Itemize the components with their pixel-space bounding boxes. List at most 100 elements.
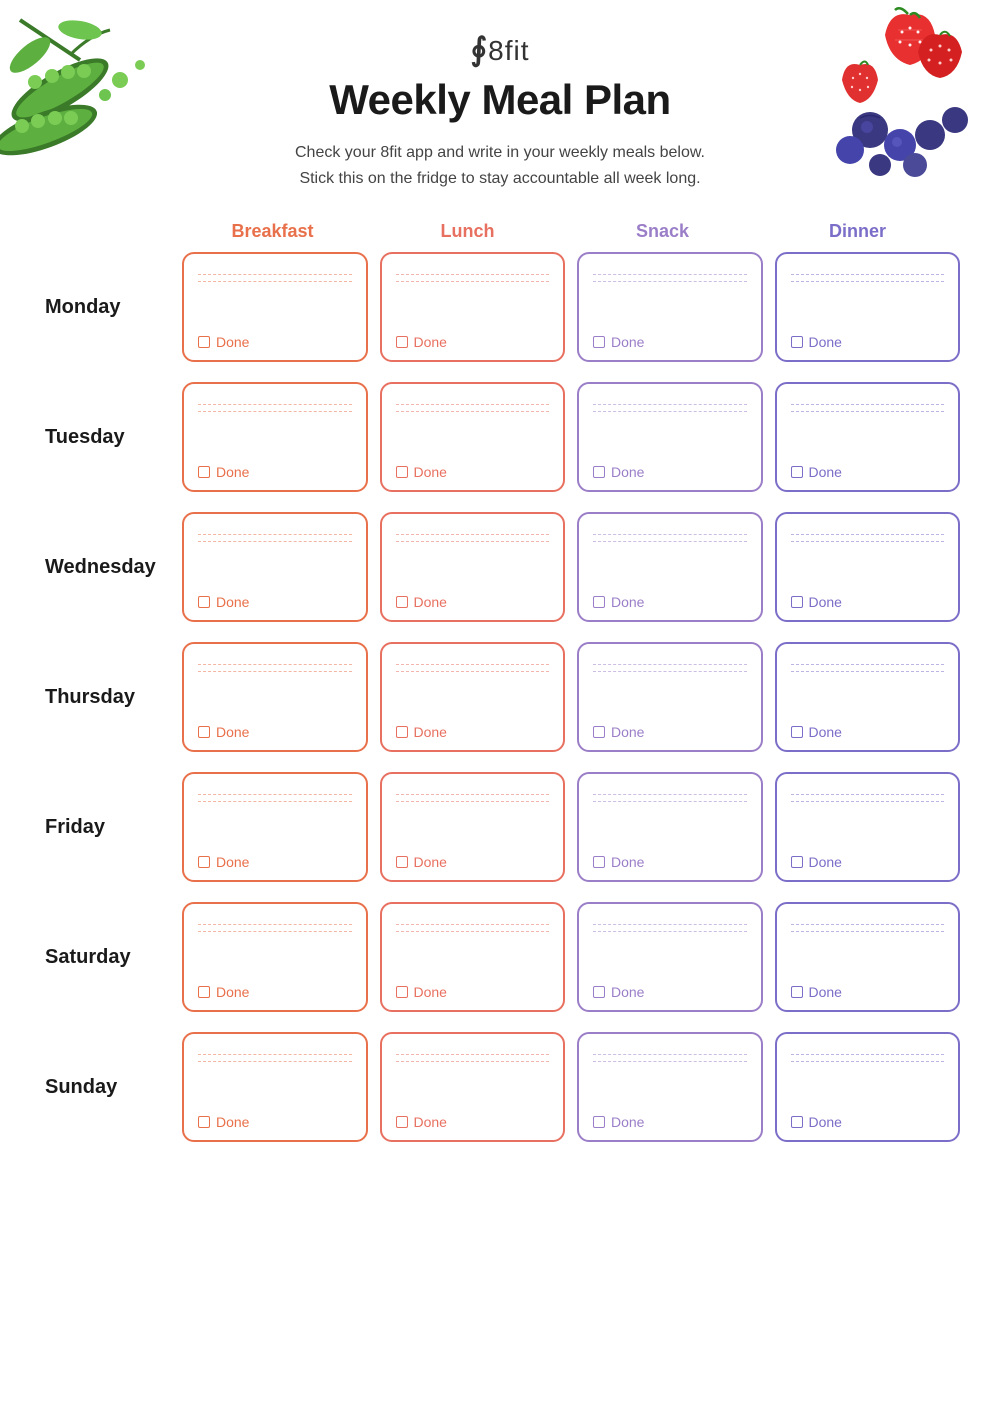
done-checkbox[interactable]	[396, 986, 408, 998]
done-row[interactable]: Done	[396, 464, 550, 480]
done-checkbox[interactable]	[198, 856, 210, 868]
snack-cell-sunday[interactable]: Done	[577, 1032, 763, 1142]
lunch-cell-tuesday[interactable]: Done	[380, 382, 566, 492]
meal-lines	[791, 268, 945, 288]
done-checkbox[interactable]	[593, 596, 605, 608]
meal-lines	[791, 788, 945, 808]
done-checkbox[interactable]	[198, 1116, 210, 1128]
breakfast-cell-tuesday[interactable]: Done	[182, 382, 368, 492]
done-checkbox[interactable]	[396, 596, 408, 608]
dinner-cell-saturday[interactable]: Done	[775, 902, 961, 1012]
done-row[interactable]: Done	[198, 464, 352, 480]
done-row[interactable]: Done	[593, 1114, 747, 1130]
dashed-line-2	[198, 411, 352, 412]
done-row[interactable]: Done	[198, 594, 352, 610]
lunch-cell-wednesday[interactable]: Done	[380, 512, 566, 622]
done-row[interactable]: Done	[198, 334, 352, 350]
done-checkbox[interactable]	[396, 1116, 408, 1128]
dashed-line-1	[593, 794, 747, 795]
done-row[interactable]: Done	[396, 724, 550, 740]
done-checkbox[interactable]	[198, 596, 210, 608]
dinner-cell-sunday[interactable]: Done	[775, 1032, 961, 1142]
done-checkbox[interactable]	[198, 336, 210, 348]
dinner-cell-tuesday[interactable]: Done	[775, 382, 961, 492]
done-checkbox[interactable]	[791, 336, 803, 348]
snack-cell-wednesday[interactable]: Done	[577, 512, 763, 622]
done-checkbox[interactable]	[396, 726, 408, 738]
breakfast-cell-thursday[interactable]: Done	[182, 642, 368, 752]
done-row[interactable]: Done	[593, 594, 747, 610]
snack-cell-saturday[interactable]: Done	[577, 902, 763, 1012]
done-label: Done	[611, 594, 644, 610]
done-checkbox[interactable]	[593, 336, 605, 348]
lunch-cell-friday[interactable]: Done	[380, 772, 566, 882]
snack-cell-thursday[interactable]: Done	[577, 642, 763, 752]
lunch-cell-thursday[interactable]: Done	[380, 642, 566, 752]
meal-lines	[791, 658, 945, 678]
done-row[interactable]: Done	[396, 594, 550, 610]
dashed-line-1	[593, 924, 747, 925]
done-checkbox[interactable]	[791, 986, 803, 998]
done-row[interactable]: Done	[593, 334, 747, 350]
done-label: Done	[216, 1114, 249, 1130]
done-row[interactable]: Done	[593, 724, 747, 740]
lunch-cell-saturday[interactable]: Done	[380, 902, 566, 1012]
done-checkbox[interactable]	[593, 856, 605, 868]
dashed-line-2	[198, 801, 352, 802]
done-checkbox[interactable]	[791, 1116, 803, 1128]
done-checkbox[interactable]	[791, 856, 803, 868]
done-checkbox[interactable]	[198, 466, 210, 478]
done-row[interactable]: Done	[198, 984, 352, 1000]
breakfast-cell-friday[interactable]: Done	[182, 772, 368, 882]
done-checkbox[interactable]	[791, 596, 803, 608]
done-checkbox[interactable]	[198, 726, 210, 738]
done-checkbox[interactable]	[396, 336, 408, 348]
done-row[interactable]: Done	[396, 854, 550, 870]
dinner-cell-monday[interactable]: Done	[775, 252, 961, 362]
done-row[interactable]: Done	[791, 1114, 945, 1130]
done-checkbox[interactable]	[791, 726, 803, 738]
breakfast-cell-monday[interactable]: Done	[182, 252, 368, 362]
dashed-line-1	[791, 404, 945, 405]
snack-cell-friday[interactable]: Done	[577, 772, 763, 882]
done-row[interactable]: Done	[396, 1114, 550, 1130]
done-row[interactable]: Done	[396, 334, 550, 350]
done-row[interactable]: Done	[593, 464, 747, 480]
done-checkbox[interactable]	[396, 466, 408, 478]
done-checkbox[interactable]	[396, 856, 408, 868]
snack-cell-tuesday[interactable]: Done	[577, 382, 763, 492]
done-row[interactable]: Done	[791, 984, 945, 1000]
done-row[interactable]: Done	[593, 984, 747, 1000]
breakfast-cell-saturday[interactable]: Done	[182, 902, 368, 1012]
done-row[interactable]: Done	[791, 854, 945, 870]
done-row[interactable]: Done	[396, 984, 550, 1000]
meal-lines	[396, 398, 550, 418]
dinner-cell-wednesday[interactable]: Done	[775, 512, 961, 622]
done-checkbox[interactable]	[791, 466, 803, 478]
lunch-cell-monday[interactable]: Done	[380, 252, 566, 362]
snack-cell-monday[interactable]: Done	[577, 252, 763, 362]
dinner-cell-friday[interactable]: Done	[775, 772, 961, 882]
done-checkbox[interactable]	[593, 726, 605, 738]
dinner-cell-thursday[interactable]: Done	[775, 642, 961, 752]
dashed-line-1	[791, 274, 945, 275]
done-row[interactable]: Done	[198, 854, 352, 870]
breakfast-cell-sunday[interactable]: Done	[182, 1032, 368, 1142]
done-row[interactable]: Done	[791, 594, 945, 610]
dashed-line-2	[593, 801, 747, 802]
breakfast-cell-wednesday[interactable]: Done	[182, 512, 368, 622]
done-label: Done	[611, 334, 644, 350]
done-row[interactable]: Done	[198, 1114, 352, 1130]
done-checkbox[interactable]	[593, 1116, 605, 1128]
done-label: Done	[809, 464, 842, 480]
lunch-cell-sunday[interactable]: Done	[380, 1032, 566, 1142]
done-row[interactable]: Done	[791, 334, 945, 350]
done-row[interactable]: Done	[791, 724, 945, 740]
done-checkbox[interactable]	[593, 466, 605, 478]
done-row[interactable]: Done	[198, 724, 352, 740]
done-checkbox[interactable]	[593, 986, 605, 998]
done-label: Done	[809, 334, 842, 350]
done-checkbox[interactable]	[198, 986, 210, 998]
done-row[interactable]: Done	[593, 854, 747, 870]
done-row[interactable]: Done	[791, 464, 945, 480]
